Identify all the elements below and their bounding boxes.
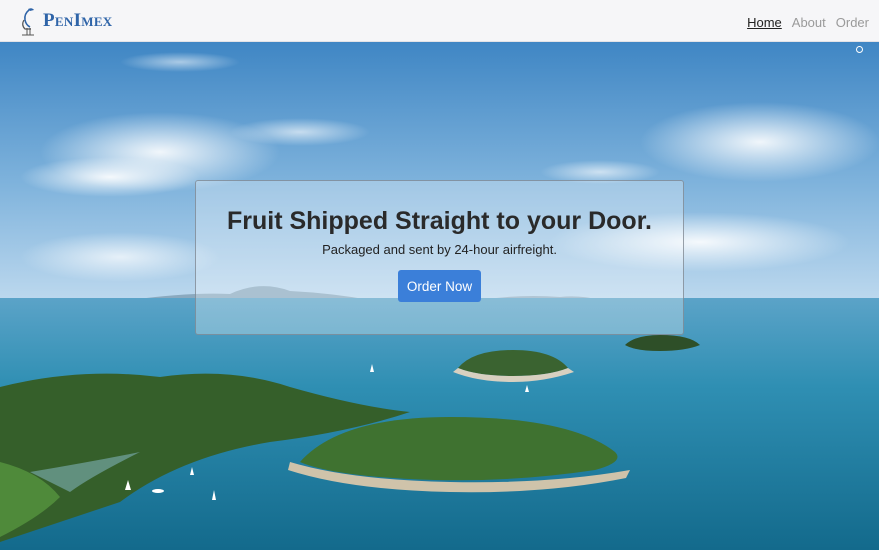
heron-logo-icon bbox=[22, 7, 34, 35]
hero-subtitle: Packaged and sent by 24-hour airfreight. bbox=[322, 242, 557, 257]
hero-card: Fruit Shipped Straight to your Door. Pac… bbox=[195, 180, 684, 335]
brand[interactable]: PenImex bbox=[16, 6, 113, 36]
nav-order-link[interactable]: Order bbox=[836, 15, 869, 30]
nav-home-link[interactable]: Home bbox=[747, 15, 782, 30]
main-nav: Home About Order bbox=[747, 15, 869, 30]
order-now-button[interactable]: Order Now bbox=[398, 270, 481, 302]
nav-indicator-dot bbox=[856, 46, 863, 53]
top-navbar: PenImex Home About Order bbox=[0, 0, 879, 42]
hero-title: Fruit Shipped Straight to your Door. bbox=[227, 207, 652, 235]
nav-about-link[interactable]: About bbox=[792, 15, 826, 30]
brand-name: PenImex bbox=[43, 9, 113, 31]
